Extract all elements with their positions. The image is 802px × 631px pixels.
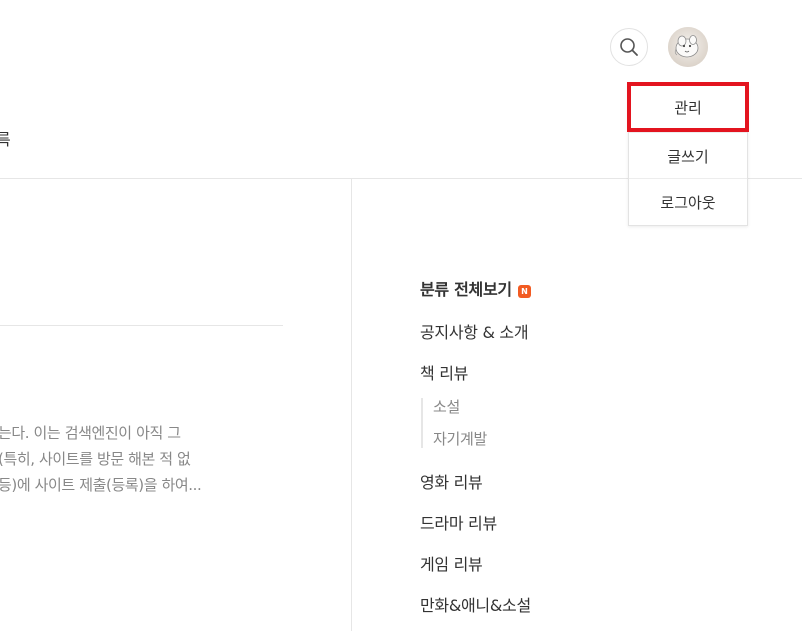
- category-self-help[interactable]: 자기계발: [433, 428, 487, 449]
- category-all-label: 분류 전체보기: [420, 280, 512, 299]
- new-badge: N: [517, 285, 531, 298]
- category-notice[interactable]: 공지사항 & 소개: [420, 319, 529, 343]
- menu-item-logout[interactable]: 로그아웃: [629, 178, 747, 225]
- avatar[interactable]: [668, 27, 708, 67]
- category-game-review[interactable]: 게임 리뷰: [420, 551, 483, 575]
- category-all[interactable]: 분류 전체보기 N: [420, 276, 531, 300]
- menu-item-write[interactable]: 글쓰기: [629, 132, 747, 179]
- post-divider: [0, 325, 283, 326]
- nav-tab-fragment[interactable]: 륵: [0, 126, 11, 150]
- category-drama-review[interactable]: 드라마 리뷰: [420, 510, 497, 534]
- excerpt-line: 등)에 사이트 제출(등록)을 하여...: [0, 476, 202, 494]
- subcategory-group: 소설 자기계발: [421, 398, 503, 448]
- post-excerpt[interactable]: 는다. 이는 검색엔진이 아직 그 (특히, 사이트를 방문 해본 적 없 등)…: [0, 420, 340, 498]
- category-comics-anime[interactable]: 만화&애니&소설: [420, 592, 531, 616]
- category-movie-review[interactable]: 영화 리뷰: [420, 469, 483, 493]
- sidebar-divider: [351, 179, 352, 631]
- avatar-image: [668, 27, 708, 67]
- search-button[interactable]: [610, 28, 648, 66]
- excerpt-line: 는다. 이는 검색엔진이 아직 그: [0, 424, 181, 442]
- account-dropdown-menu: 관리 글쓰기 로그아웃: [627, 82, 749, 226]
- category-novel[interactable]: 소설: [433, 396, 460, 417]
- menu-item-manage[interactable]: 관리: [627, 82, 749, 132]
- search-icon: [620, 38, 638, 56]
- excerpt-line: (특히, 사이트를 방문 해본 적 없: [0, 450, 191, 468]
- category-book-review[interactable]: 책 리뷰: [420, 360, 468, 384]
